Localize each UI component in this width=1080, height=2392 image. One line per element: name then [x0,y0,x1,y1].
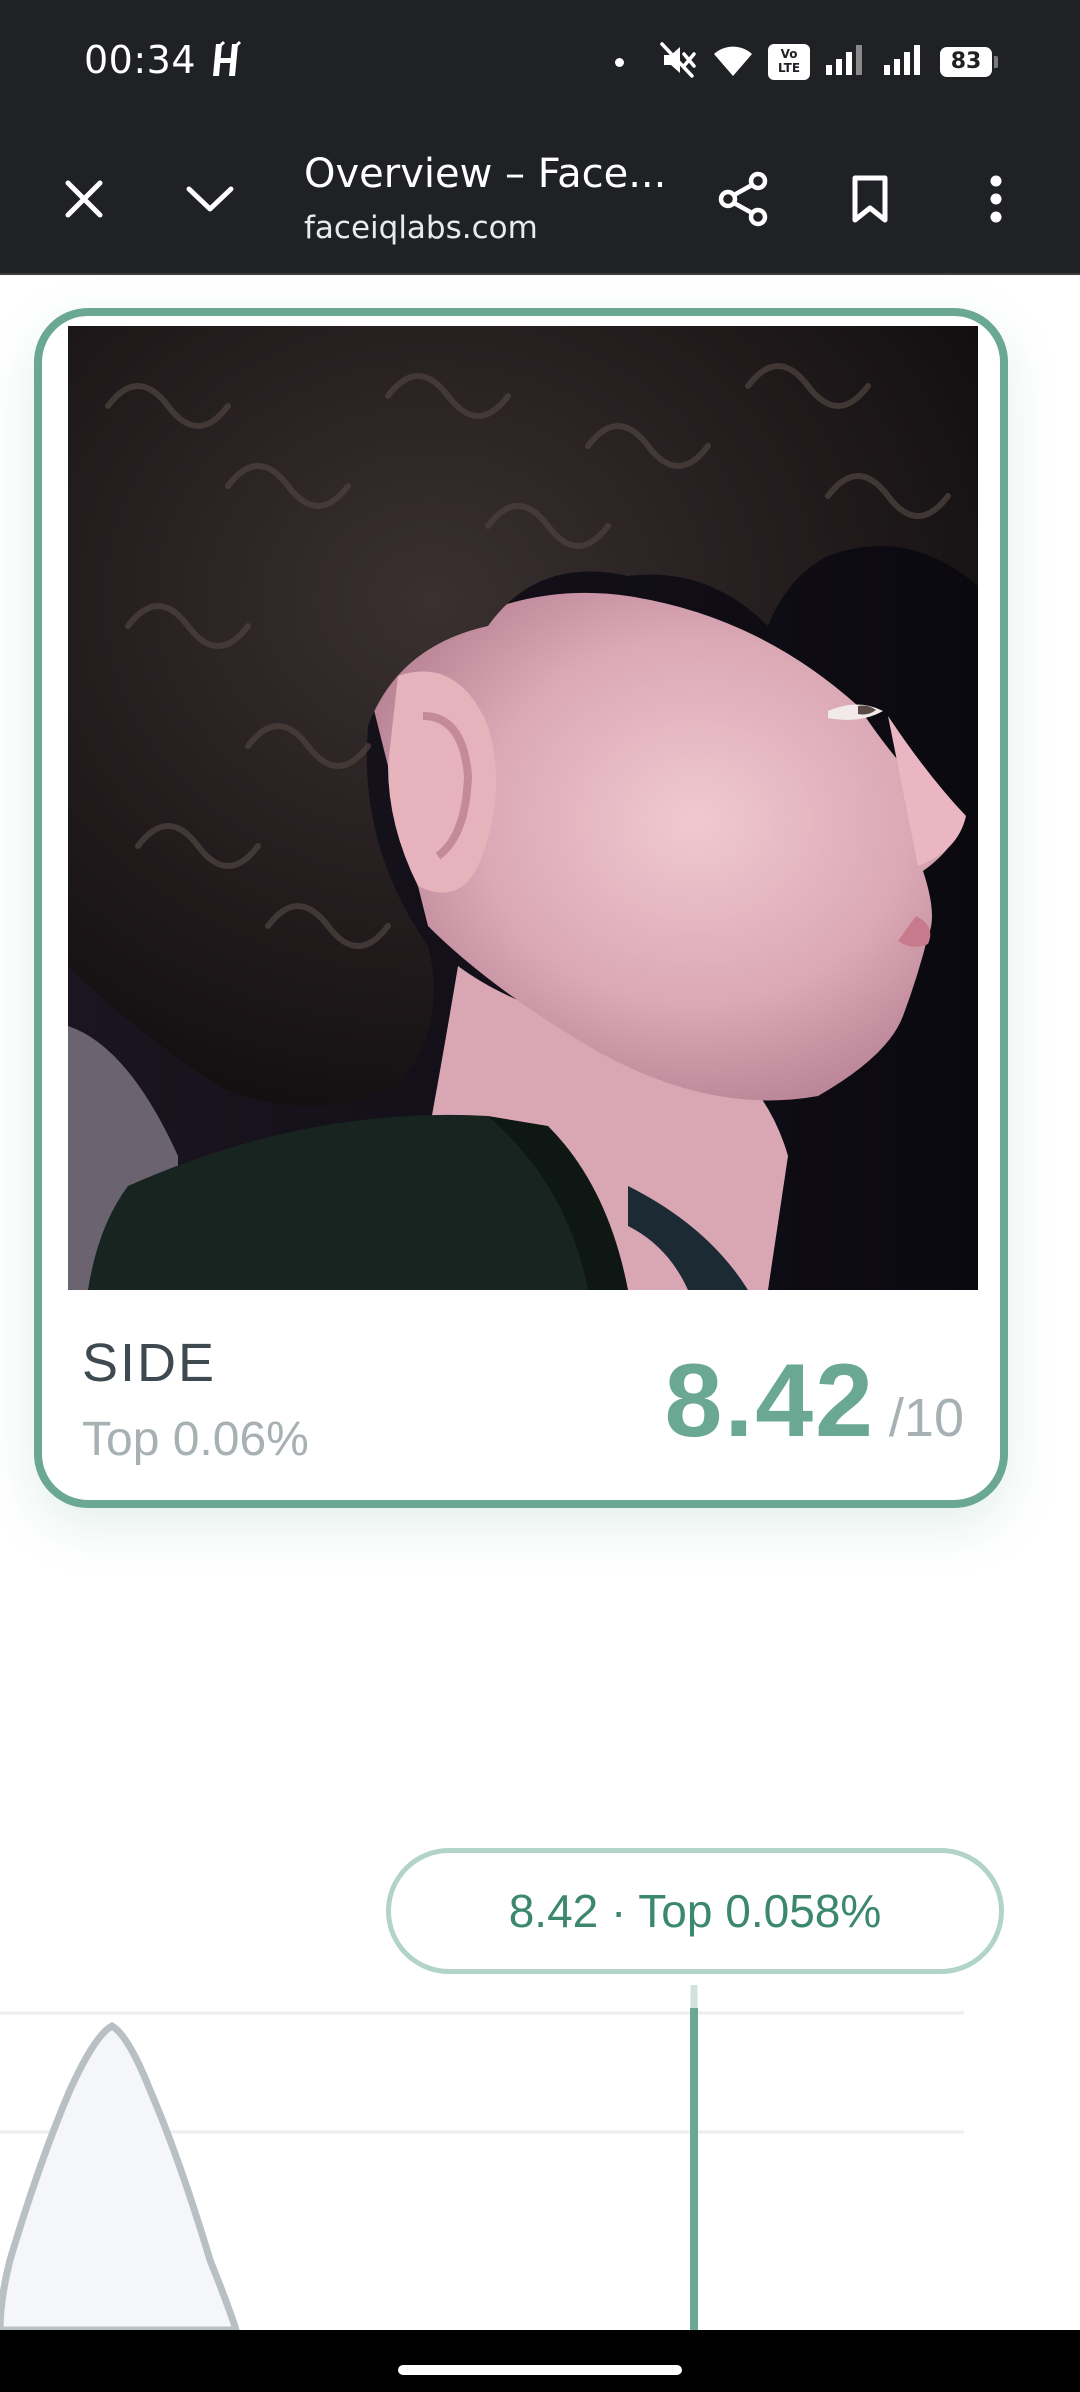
side-score-card[interactable]: SIDE Top 0.06% 8.42 /10 [34,308,1008,1508]
status-icons: Vo LTE 83 [615,38,998,86]
score-marker-label: 8.42 · Top 0.058% [386,1848,1004,1974]
status-time: 00:34 [84,38,197,82]
wifi-icon [712,42,754,82]
minimize-button[interactable] [178,167,242,231]
status-bar: 00:34 Vo LTE 83 [0,0,1080,125]
score: 8.42 /10 [665,1342,965,1461]
signal-icon [882,43,926,81]
page-url[interactable]: faceiqlabs.com [304,210,538,246]
battery-level: 83 [940,47,992,77]
mute-icon [658,40,698,84]
page-title[interactable]: Overview – Face... [304,151,666,197]
volte-icon: Vo LTE [768,44,810,80]
notification-dot-icon [615,57,624,67]
chevron-down-icon [186,186,234,212]
h-app-icon [210,40,244,80]
share-button[interactable] [712,167,776,231]
share-icon [718,171,768,227]
bookmark-icon [852,175,888,223]
close-button[interactable] [52,167,116,231]
navigation-bar [0,2330,1080,2392]
custom-tab-toolbar: Overview – Face... faceiqlabs.com [0,125,1080,275]
battery-icon: 83 [940,47,998,77]
card-label: SIDE [82,1333,217,1393]
side-profile-photo [68,326,978,1290]
signal-icon [824,43,868,81]
more-options-button[interactable] [964,167,1028,231]
score-max: /10 [888,1388,964,1448]
more-vert-icon [990,175,1002,223]
bookmark-button[interactable] [838,167,902,231]
close-icon [65,180,103,218]
distribution-curve [0,2022,240,2330]
home-indicator[interactable] [398,2365,682,2375]
card-rank: Top 0.06% [82,1413,309,1466]
score-value: 8.42 [664,1343,875,1459]
